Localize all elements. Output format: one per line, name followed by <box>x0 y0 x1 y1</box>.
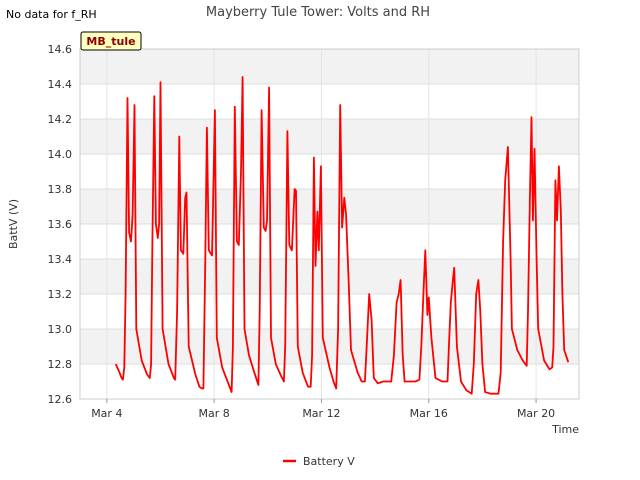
x-axis: Mar 4 Mar 8 Mar 12 Mar 16 Mar 20 <box>91 399 555 420</box>
y-tick-label: 14.4 <box>48 78 73 91</box>
y-axis-label: BattV (V) <box>7 199 20 249</box>
legend-label-battery-v: Battery V <box>303 455 355 468</box>
legend: Battery V <box>283 455 355 468</box>
plot-band <box>80 329 579 364</box>
x-tick-label: Mar 4 <box>91 407 122 420</box>
y-tick-label: 13.0 <box>48 323 73 336</box>
y-tick-label: 13.8 <box>48 183 73 196</box>
y-tick-label: 13.2 <box>48 288 73 301</box>
y-tick-label: 14.6 <box>48 43 73 56</box>
site-tag: MB_tule <box>80 31 142 51</box>
plot-band <box>80 259 579 294</box>
x-tick-label: Mar 16 <box>410 407 448 420</box>
y-tick-label: 13.6 <box>48 218 73 231</box>
y-tick-label: 14.0 <box>48 148 73 161</box>
y-axis: 12.6 12.8 13.0 13.2 13.4 13.6 13.8 14.0 14.2 14.4… <box>48 43 73 406</box>
y-tick-label: 12.8 <box>48 358 73 371</box>
plot-band <box>80 49 579 84</box>
x-tick-label: Mar 8 <box>199 407 230 420</box>
x-axis-label: Time <box>551 423 579 436</box>
y-tick-label: 12.6 <box>48 393 73 406</box>
site-tag-label: MB_tule <box>86 35 135 48</box>
y-tick-label: 13.4 <box>48 253 73 266</box>
chart-title: Mayberry Tule Tower: Volts and RH <box>206 5 430 20</box>
no-data-note: No data for f_RH <box>6 8 97 21</box>
x-tick-label: Mar 12 <box>302 407 340 420</box>
chart: No data for f_RH Mayberry Tule Tower: Vo… <box>6 5 580 468</box>
y-tick-label: 14.2 <box>48 113 73 126</box>
x-tick-label: Mar 20 <box>517 407 555 420</box>
